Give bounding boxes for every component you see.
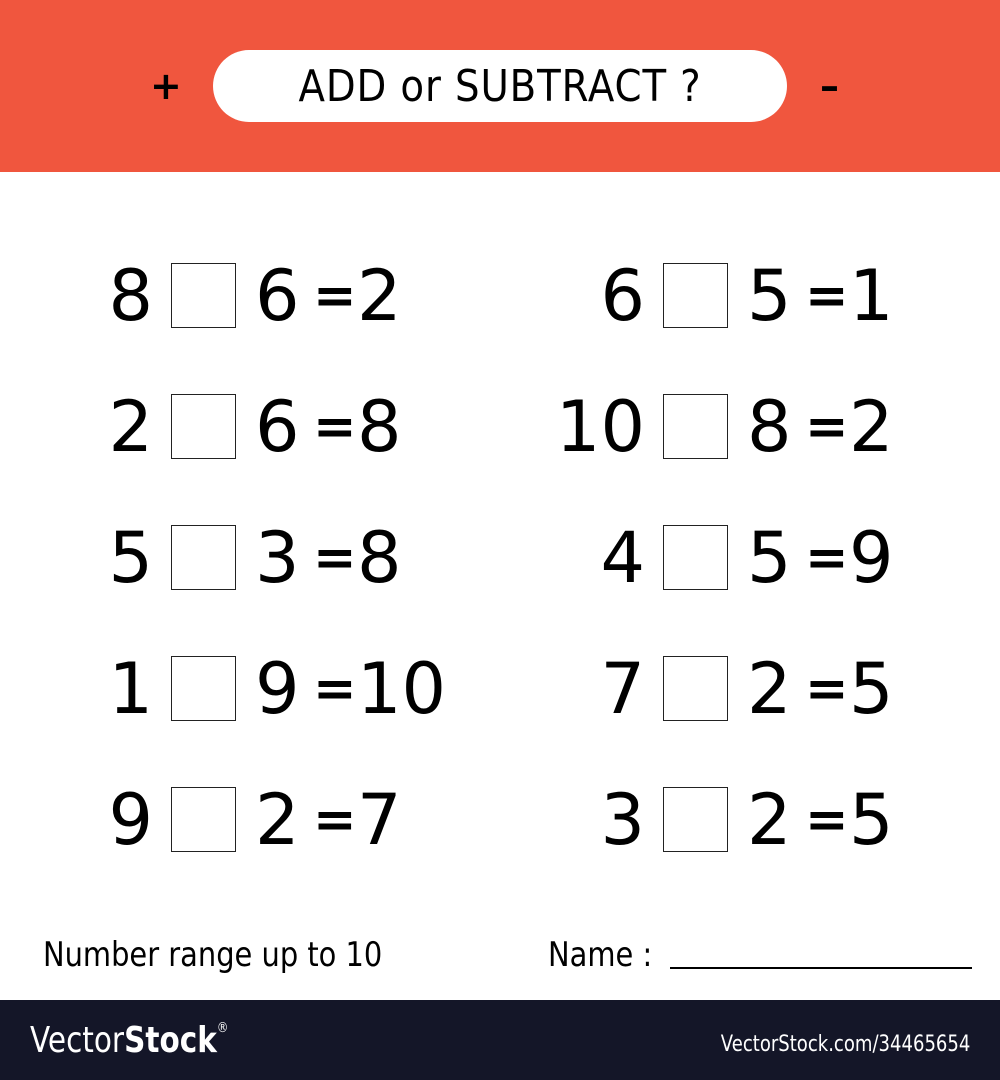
equation: 7 2 = 5 [0, 648, 1000, 730]
operator-answer-box[interactable] [663, 656, 728, 721]
equals-sign: = [805, 266, 849, 326]
name-label: Name : [548, 935, 653, 975]
equals-sign: = [805, 397, 849, 457]
header-banner: + ADD or SUBTRACT ? – [0, 0, 1000, 172]
plus-icon: + [150, 64, 182, 108]
result: 9 [849, 517, 894, 599]
equals-sign: = [805, 790, 849, 850]
operator-answer-box[interactable] [663, 263, 728, 328]
equation: 4 5 = 9 [0, 517, 1000, 599]
operand-b: 2 [747, 779, 792, 861]
vectorstock-logo: VectorStock® [30, 1020, 228, 1061]
operand-a: 3 [600, 779, 645, 861]
result: 5 [849, 648, 894, 730]
result: 1 [849, 255, 894, 337]
operand-b: 5 [747, 517, 792, 599]
equals-sign: = [805, 528, 849, 588]
operand-b: 2 [747, 648, 792, 730]
operator-answer-box[interactable] [663, 394, 728, 459]
operand-a: 10 [555, 386, 645, 468]
operator-answer-box[interactable] [663, 525, 728, 590]
result: 2 [849, 386, 894, 468]
number-range-label: Number range up to 10 [43, 935, 383, 975]
operator-answer-box[interactable] [663, 787, 728, 852]
title-pill: ADD or SUBTRACT ? [213, 50, 787, 122]
equation: 10 8 = 2 [0, 386, 1000, 468]
operand-b: 5 [747, 255, 792, 337]
registered-mark: ® [216, 1020, 229, 1036]
page-title: ADD or SUBTRACT ? [298, 60, 702, 112]
operand-b: 8 [747, 386, 792, 468]
minus-icon: – [820, 64, 839, 108]
result: 5 [849, 779, 894, 861]
operand-a: 6 [600, 255, 645, 337]
watermark-url: VectorStock.com/34465654 [720, 1032, 970, 1057]
equation: 6 5 = 1 [0, 255, 1000, 337]
logo-light-text: Vector [30, 1020, 125, 1061]
operand-a: 7 [600, 648, 645, 730]
operand-a: 4 [600, 517, 645, 599]
equals-sign: = [805, 659, 849, 719]
name-field[interactable] [670, 967, 972, 969]
equation: 3 2 = 5 [0, 779, 1000, 861]
logo-bold-text: Stock [124, 1020, 217, 1061]
